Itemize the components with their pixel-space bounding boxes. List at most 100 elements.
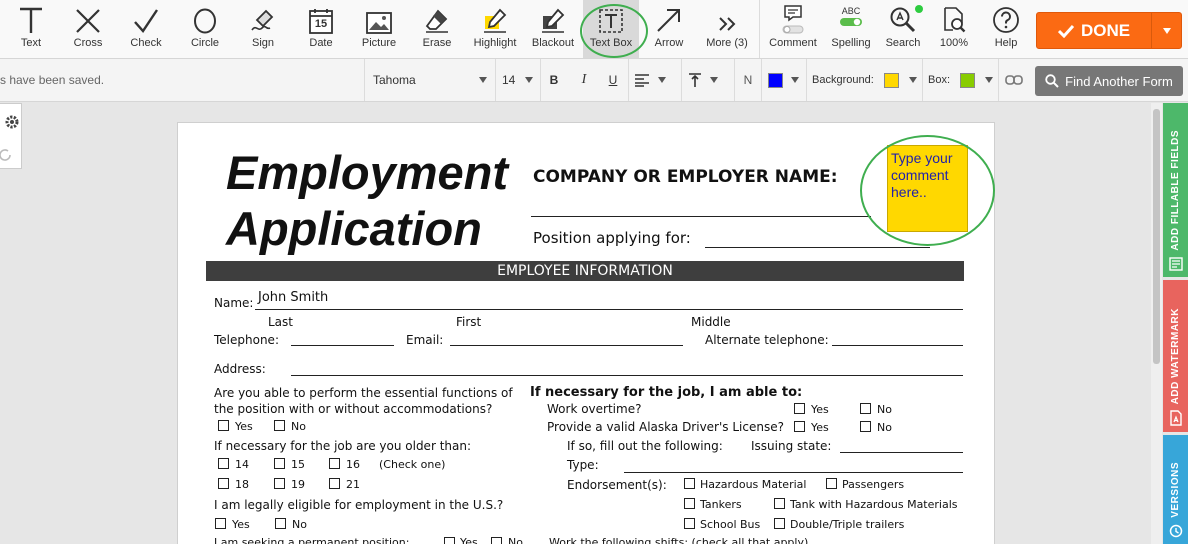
tool-blackout[interactable]: Blackout [526,0,580,58]
age-19-checkbox[interactable] [274,478,285,489]
search-icon [890,7,916,33]
font-size-select[interactable]: 14 [496,59,539,101]
text-color-select[interactable] [768,59,802,101]
check-icon [1058,24,1075,38]
tool-more[interactable]: More (3) [700,0,754,58]
name-line [255,309,963,310]
age-18-checkbox[interactable] [218,478,229,489]
align-select[interactable] [634,59,676,101]
scrollbar-thumb[interactable] [1153,109,1160,364]
q3-yes-checkbox[interactable] [215,518,226,529]
age-15-checkbox[interactable] [274,458,285,469]
highlight-ring-text-box-tool [580,4,648,58]
passengers-checkbox[interactable] [826,478,837,489]
background-color-select[interactable]: Background: [812,59,918,101]
tool-comment[interactable]: Comment [764,0,822,58]
text-color-swatch [768,72,783,88]
tool-circle[interactable]: Circle [180,0,230,58]
format-separator [806,59,807,101]
background-color-swatch [883,72,899,88]
chevron-down-icon [985,77,994,83]
age-16-checkbox[interactable] [329,458,340,469]
tool-label: Comment [769,37,817,49]
tool-help[interactable]: Help [982,0,1030,58]
blackout-icon [542,8,565,33]
spelling-icon [840,18,862,26]
tool-label: Blackout [531,37,575,49]
link-button[interactable] [1004,59,1024,101]
normal-text-button[interactable]: N [740,59,756,101]
tankers-checkbox[interactable] [684,498,695,509]
tool-search[interactable]: Search [880,0,926,58]
overtime-yes-checkbox[interactable] [794,403,805,414]
tool-zoom[interactable]: 100% [930,0,978,58]
overtime-no-checkbox[interactable] [860,403,871,414]
tool-check[interactable]: Check [121,0,171,58]
font-family-select[interactable]: Tahoma [365,59,495,101]
tool-erase[interactable]: Erase [412,0,462,58]
license-no-checkbox[interactable] [860,421,871,432]
tool-date[interactable]: 15 Date [296,0,346,58]
q4-yes-checkbox[interactable] [444,537,455,544]
done-main[interactable]: DONE [1037,13,1151,48]
age-14-checkbox[interactable] [218,458,229,469]
save-status: s have been saved. [0,59,362,101]
position-label: Position applying for: [533,229,691,247]
address-line[interactable] [291,375,963,376]
issuing-state-label: Issuing state: [751,439,832,453]
alt-telephone-line[interactable] [832,345,963,346]
vertical-scrollbar[interactable] [1151,103,1162,544]
box-color-select[interactable]: Box: [928,59,994,101]
issuing-state-line[interactable] [840,452,963,453]
add-fillable-fields-tab[interactable]: ADD FILLABLE FIELDS [1163,103,1188,277]
trailers-checkbox[interactable] [774,518,785,529]
tool-text[interactable]: Text [6,0,56,58]
email-line[interactable] [450,345,683,346]
no-label: No [292,518,307,531]
tank-hazmat-checkbox[interactable] [774,498,785,509]
italic-button[interactable]: I [574,59,594,101]
yes-label: Yes [235,420,253,433]
tool-sign[interactable]: Sign [238,0,288,58]
telephone-label: Telephone: [214,333,279,347]
link-icon [1005,75,1023,85]
age-21-checkbox[interactable] [329,478,340,489]
telephone-line[interactable] [291,345,394,346]
name-value[interactable]: John Smith [258,290,328,305]
add-watermark-tab[interactable]: ADD WATERMARK [1163,280,1188,432]
tool-arrow[interactable]: Arrow [644,0,694,58]
shifts-label: Work the following shifts: (check all th… [549,536,809,544]
no-label: No [291,420,306,433]
q1-yes-checkbox[interactable] [218,420,229,431]
yes-label: Yes [232,518,250,531]
middle-label: Middle [691,315,731,329]
school-bus-checkbox[interactable] [684,518,695,529]
tool-spelling[interactable]: ABC Spelling [824,0,878,58]
no-label: No [877,403,892,416]
find-another-form-button[interactable]: Find Another Form [1035,66,1183,96]
done-dropdown[interactable] [1151,13,1181,48]
tool-label: Check [130,37,162,49]
tool-picture[interactable]: Picture [354,0,404,58]
q4-no-checkbox[interactable] [491,537,502,544]
search-status-dot [915,5,923,13]
type-line[interactable] [624,472,963,473]
gear-icon[interactable] [4,114,20,130]
q3-no-checkbox[interactable] [275,518,286,529]
underline-button[interactable]: U [603,59,623,101]
hazmat-checkbox[interactable] [684,478,695,489]
overtime-label: Work overtime? [547,402,642,416]
tank-hazmat-label: Tank with Hazardous Materials [790,498,958,511]
tool-cross[interactable]: Cross [63,0,113,58]
bold-button[interactable]: B [544,59,564,101]
fillable-fields-icon [1168,257,1183,271]
versions-tab[interactable]: VERSIONS [1163,435,1188,544]
align-left-icon [635,74,649,87]
valign-select[interactable] [688,59,728,101]
q1-no-checkbox[interactable] [274,420,285,431]
license-yes-checkbox[interactable] [794,421,805,432]
done-button[interactable]: DONE [1036,12,1182,49]
refresh-icon[interactable] [0,148,12,162]
age-15-label: 15 [291,458,305,471]
tool-highlight[interactable]: Highlight [468,0,522,58]
